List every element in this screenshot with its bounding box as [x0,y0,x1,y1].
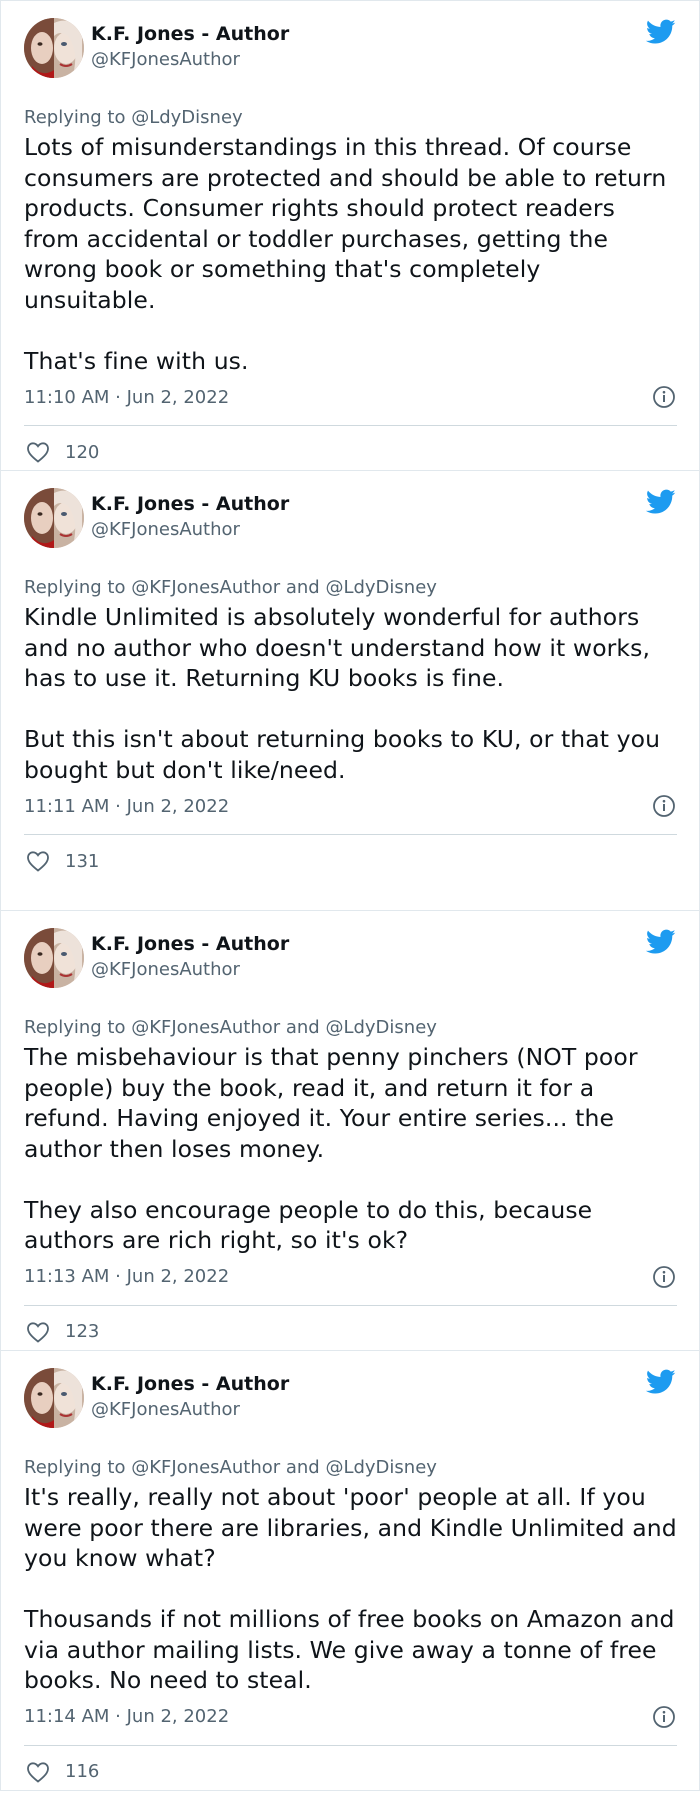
tweet-card[interactable]: K.F. Jones - Author @KFJonesAuthor Reply… [0,0,700,471]
author-handle[interactable]: @KFJonesAuthor [91,517,289,543]
timestamp[interactable]: 11:14 AM · Jun 2, 2022 [24,1706,229,1727]
tweet-meta: 11:10 AM · Jun 2, 2022 [24,382,677,412]
tweet-card[interactable]: K.F. Jones - Author @KFJonesAuthor Reply… [0,1351,700,1791]
tweet-meta: 11:11 AM · Jun 2, 2022 [24,791,677,821]
replying-to: Replying to @KFJonesAuthor and @LdyDisne… [24,1456,677,1480]
tweet-thread: K.F. Jones - Author @KFJonesAuthor Reply… [0,0,700,1791]
tweet-text: It's really, really not about 'poor' peo… [24,1483,677,1694]
author-block: K.F. Jones - Author @KFJonesAuthor [91,1372,289,1423]
replying-to-link[interactable]: @KFJonesAuthor and @LdyDisney [131,1017,437,1038]
replying-prefix: Replying to [24,577,132,598]
avatar[interactable] [24,928,84,988]
avatar[interactable] [24,1368,84,1428]
avatar[interactable] [24,488,84,548]
twitter-bird-icon[interactable] [646,19,676,45]
author-handle[interactable]: @KFJonesAuthor [91,957,289,983]
replying-to-link[interactable]: @KFJonesAuthor and @LdyDisney [131,577,437,598]
replying-prefix: Replying to [24,107,132,128]
like-count: 120 [65,441,100,463]
like-action[interactable]: 116 [24,1746,677,1798]
heart-icon[interactable] [26,1321,50,1343]
info-icon[interactable] [652,1265,676,1289]
info-icon[interactable] [652,1705,676,1729]
author-block: K.F. Jones - Author @KFJonesAuthor [91,932,289,983]
info-icon[interactable] [652,794,676,818]
tweet-header: K.F. Jones - Author @KFJonesAuthor [24,1368,677,1434]
author-block: K.F. Jones - Author @KFJonesAuthor [91,22,289,73]
timestamp[interactable]: 11:10 AM · Jun 2, 2022 [24,387,229,408]
twitter-bird-icon[interactable] [646,929,676,955]
tweet-card[interactable]: K.F. Jones - Author @KFJonesAuthor Reply… [0,471,700,911]
twitter-bird-icon[interactable] [646,1369,676,1395]
tweet-text: Lots of misunderstandings in this thread… [24,133,667,375]
replying-to: Replying to @LdyDisney [24,106,677,130]
timestamp[interactable]: 11:13 AM · Jun 2, 2022 [24,1266,229,1287]
tweet-text: The misbehaviour is that penny pinchers … [24,1043,638,1254]
twitter-bird-icon[interactable] [646,489,676,515]
heart-icon[interactable] [26,1761,50,1783]
author-name[interactable]: K.F. Jones - Author [91,492,289,517]
author-name[interactable]: K.F. Jones - Author [91,932,289,957]
like-action[interactable]: 123 [24,1306,677,1358]
heart-icon[interactable] [26,850,50,872]
replying-to: Replying to @KFJonesAuthor and @LdyDisne… [24,1016,677,1040]
like-count: 116 [65,1761,100,1782]
tweet-text: Kindle Unlimited is absolutely wonderful… [24,603,661,784]
info-icon[interactable] [652,385,676,409]
like-action[interactable]: 131 [24,835,677,887]
replying-to: Replying to @KFJonesAuthor and @LdyDisne… [24,576,677,600]
tweet-header: K.F. Jones - Author @KFJonesAuthor [24,18,677,84]
author-name[interactable]: K.F. Jones - Author [91,1372,289,1397]
replying-to-link[interactable]: @LdyDisney [131,107,242,128]
tweet-meta: 11:13 AM · Jun 2, 2022 [24,1262,677,1292]
like-count: 131 [65,850,100,872]
author-handle[interactable]: @KFJonesAuthor [91,47,289,73]
author-block: K.F. Jones - Author @KFJonesAuthor [91,492,289,543]
avatar[interactable] [24,18,84,78]
replying-to-link[interactable]: @KFJonesAuthor and @LdyDisney [131,1457,437,1478]
like-count: 123 [65,1321,100,1342]
timestamp[interactable]: 11:11 AM · Jun 2, 2022 [24,796,229,817]
author-name[interactable]: K.F. Jones - Author [91,22,289,47]
tweet-meta: 11:14 AM · Jun 2, 2022 [24,1702,677,1732]
author-handle[interactable]: @KFJonesAuthor [91,1397,289,1423]
replying-prefix: Replying to [24,1457,132,1478]
heart-icon[interactable] [26,441,50,463]
tweet-header: K.F. Jones - Author @KFJonesAuthor [24,928,677,994]
tweet-header: K.F. Jones - Author @KFJonesAuthor [24,488,677,554]
replying-prefix: Replying to [24,1017,132,1038]
tweet-card[interactable]: K.F. Jones - Author @KFJonesAuthor Reply… [0,911,700,1351]
